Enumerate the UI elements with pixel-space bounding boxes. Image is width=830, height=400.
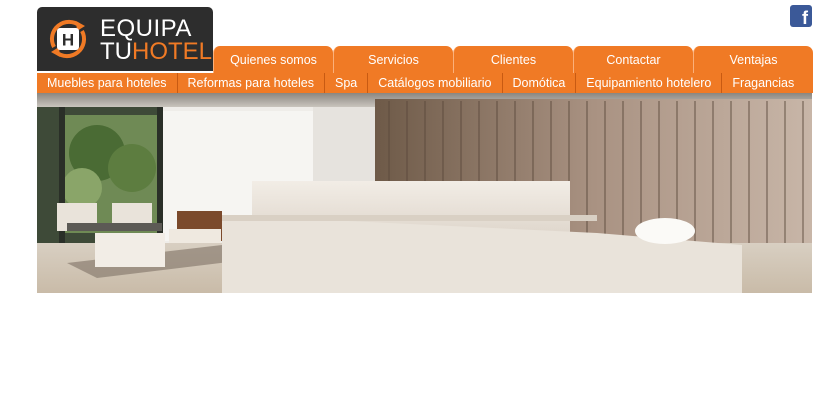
subnav-muebles-para-hoteles[interactable]: Muebles para hoteles	[37, 73, 178, 93]
hotel-lobby-illustration	[37, 93, 812, 293]
tab-clientes[interactable]: Clientes	[453, 46, 573, 73]
subnav-fragancias[interactable]: Fragancias	[722, 73, 804, 93]
facebook-icon[interactable]: f	[790, 5, 812, 27]
hotel-logo-icon: H	[50, 19, 86, 59]
logo-mark-letter: H	[62, 31, 74, 50]
logo-wordmark-hotel: HOTEL	[132, 38, 213, 65]
logo-wordmark-line2: TUHOTEL	[100, 39, 212, 65]
logo-wordmark-tu: TU	[100, 38, 132, 65]
sub-nav: Muebles para hoteles Reformas para hotel…	[37, 73, 813, 93]
tab-ventajas[interactable]: Ventajas	[693, 46, 813, 73]
site-logo[interactable]: H EQUIPA TUHOTEL	[37, 7, 213, 71]
tab-contactar[interactable]: Contactar	[573, 46, 693, 73]
tab-servicios[interactable]: Servicios	[333, 46, 453, 73]
subnav-catalogos-mobiliario[interactable]: Catálogos mobiliario	[368, 73, 503, 93]
subnav-domotica[interactable]: Domótica	[503, 73, 577, 93]
tab-quienes-somos[interactable]: Quienes somos	[213, 46, 333, 73]
hero-banner-image	[37, 93, 812, 293]
subnav-reformas-para-hoteles[interactable]: Reformas para hoteles	[178, 73, 325, 93]
subnav-equipamiento-hotelero[interactable]: Equipamiento hotelero	[576, 73, 723, 93]
subnav-spa[interactable]: Spa	[325, 73, 369, 93]
main-nav: Quienes somos Servicios Clientes Contact…	[213, 46, 813, 73]
